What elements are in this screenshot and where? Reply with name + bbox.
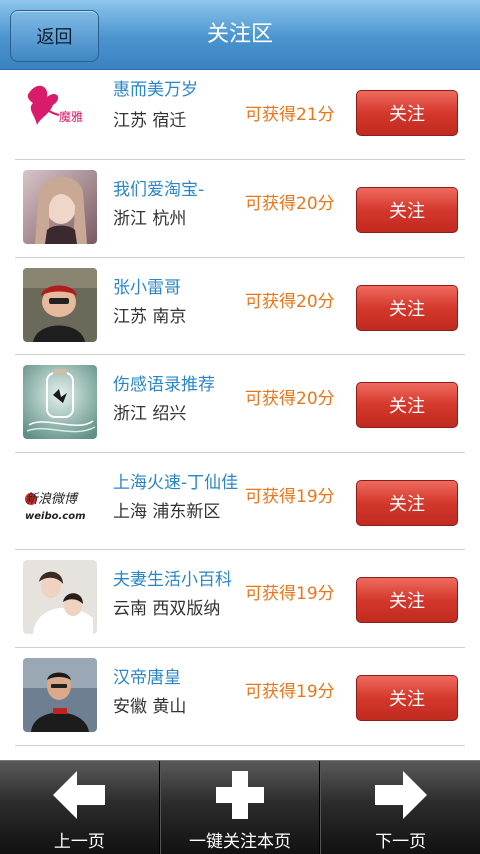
account-location: 浙江 杭州 xyxy=(113,209,187,229)
follow-button[interactable]: 关注 xyxy=(356,284,458,331)
avatar: 魔雅 xyxy=(23,75,97,149)
points-reward: 可获得19分 xyxy=(245,584,335,605)
list-item: 夫妻生活小百科 云南 西双版纳 可获得19分 关注 xyxy=(15,550,465,648)
page-title: 关注区 xyxy=(206,22,273,47)
list-item: 新浪微博 weibo.com 上海火速-丁仙佳 上海 浦东新区 可获得19分 关… xyxy=(15,453,465,551)
account-name[interactable]: 上海火速-丁仙佳 xyxy=(113,468,238,493)
points-reward: 可获得20分 xyxy=(245,389,335,410)
follow-button[interactable]: 关注 xyxy=(356,674,458,721)
account-location: 云南 西双版纳 xyxy=(113,599,221,620)
account-location: 浙江 绍兴 xyxy=(113,404,187,425)
follow-all-button[interactable]: 一键关注本页 xyxy=(159,761,321,854)
follow-button[interactable]: 关注 xyxy=(356,90,458,136)
plus-icon xyxy=(216,771,264,819)
avatar xyxy=(23,657,97,732)
account-name[interactable]: 伤感语录推荐 xyxy=(113,370,215,395)
follow-button[interactable]: 关注 xyxy=(356,382,458,429)
avatar xyxy=(23,170,97,244)
list-item: 汉帝唐皇 安徽 黄山 可获得19分 关注 xyxy=(15,648,465,746)
avatar xyxy=(23,267,97,342)
account-name[interactable]: 张小雷哥 xyxy=(113,273,181,298)
follow-list: 魔雅 惠而美万岁 江苏 宿迁 可获得21分 关注 我们爱淘宝- 浙江 杭州 可获… xyxy=(15,70,465,746)
arrow-left-icon xyxy=(53,771,106,819)
next-page-button[interactable]: 下一页 xyxy=(320,761,480,854)
follow-button[interactable]: 关注 xyxy=(356,187,458,233)
header-bar: 返回 关注区 xyxy=(0,0,480,70)
follow-button[interactable]: 关注 xyxy=(356,577,458,624)
avatar: 新浪微博 weibo.com xyxy=(23,462,97,537)
account-name[interactable]: 我们爱淘宝- xyxy=(113,175,204,200)
points-reward: 可获得20分 xyxy=(245,291,335,312)
prev-page-label: 上一页 xyxy=(53,832,105,852)
prev-page-button[interactable]: 上一页 xyxy=(0,761,160,854)
points-reward: 可获得19分 xyxy=(245,486,335,507)
points-reward: 可获得21分 xyxy=(245,105,335,125)
account-location: 江苏 宿迁 xyxy=(113,111,187,131)
list-item: 我们爱淘宝- 浙江 杭州 可获得20分 关注 xyxy=(15,160,465,258)
account-name[interactable]: 汉帝唐皇 xyxy=(113,663,181,688)
list-item: 魔雅 惠而美万岁 江苏 宿迁 可获得21分 关注 xyxy=(15,70,465,160)
points-reward: 可获得20分 xyxy=(245,194,335,214)
list-item: 张小雷哥 江苏 南京 可获得20分 关注 xyxy=(15,258,465,356)
svg-text:weibo.com: weibo.com xyxy=(25,511,86,522)
account-location: 安徽 黄山 xyxy=(113,696,187,717)
points-reward: 可获得19分 xyxy=(245,681,335,702)
account-name[interactable]: 惠而美万岁 xyxy=(113,75,198,100)
avatar xyxy=(23,365,97,440)
svg-text:魔雅: 魔雅 xyxy=(59,109,83,124)
bottom-toolbar: 上一页 一键关注本页 下一页 xyxy=(0,760,480,854)
account-location: 上海 浦东新区 xyxy=(113,501,221,522)
list-item: 伤感语录推荐 浙江 绍兴 可获得20分 关注 xyxy=(15,355,465,453)
avatar xyxy=(23,560,97,635)
arrow-right-icon xyxy=(374,771,427,819)
account-location: 江苏 南京 xyxy=(113,306,187,327)
follow-button[interactable]: 关注 xyxy=(356,479,458,526)
account-name[interactable]: 夫妻生活小百科 xyxy=(113,565,232,590)
follow-all-label: 一键关注本页 xyxy=(189,832,291,852)
svg-text:新浪微博: 新浪微博 xyxy=(25,491,79,507)
next-page-label: 下一页 xyxy=(375,832,427,852)
